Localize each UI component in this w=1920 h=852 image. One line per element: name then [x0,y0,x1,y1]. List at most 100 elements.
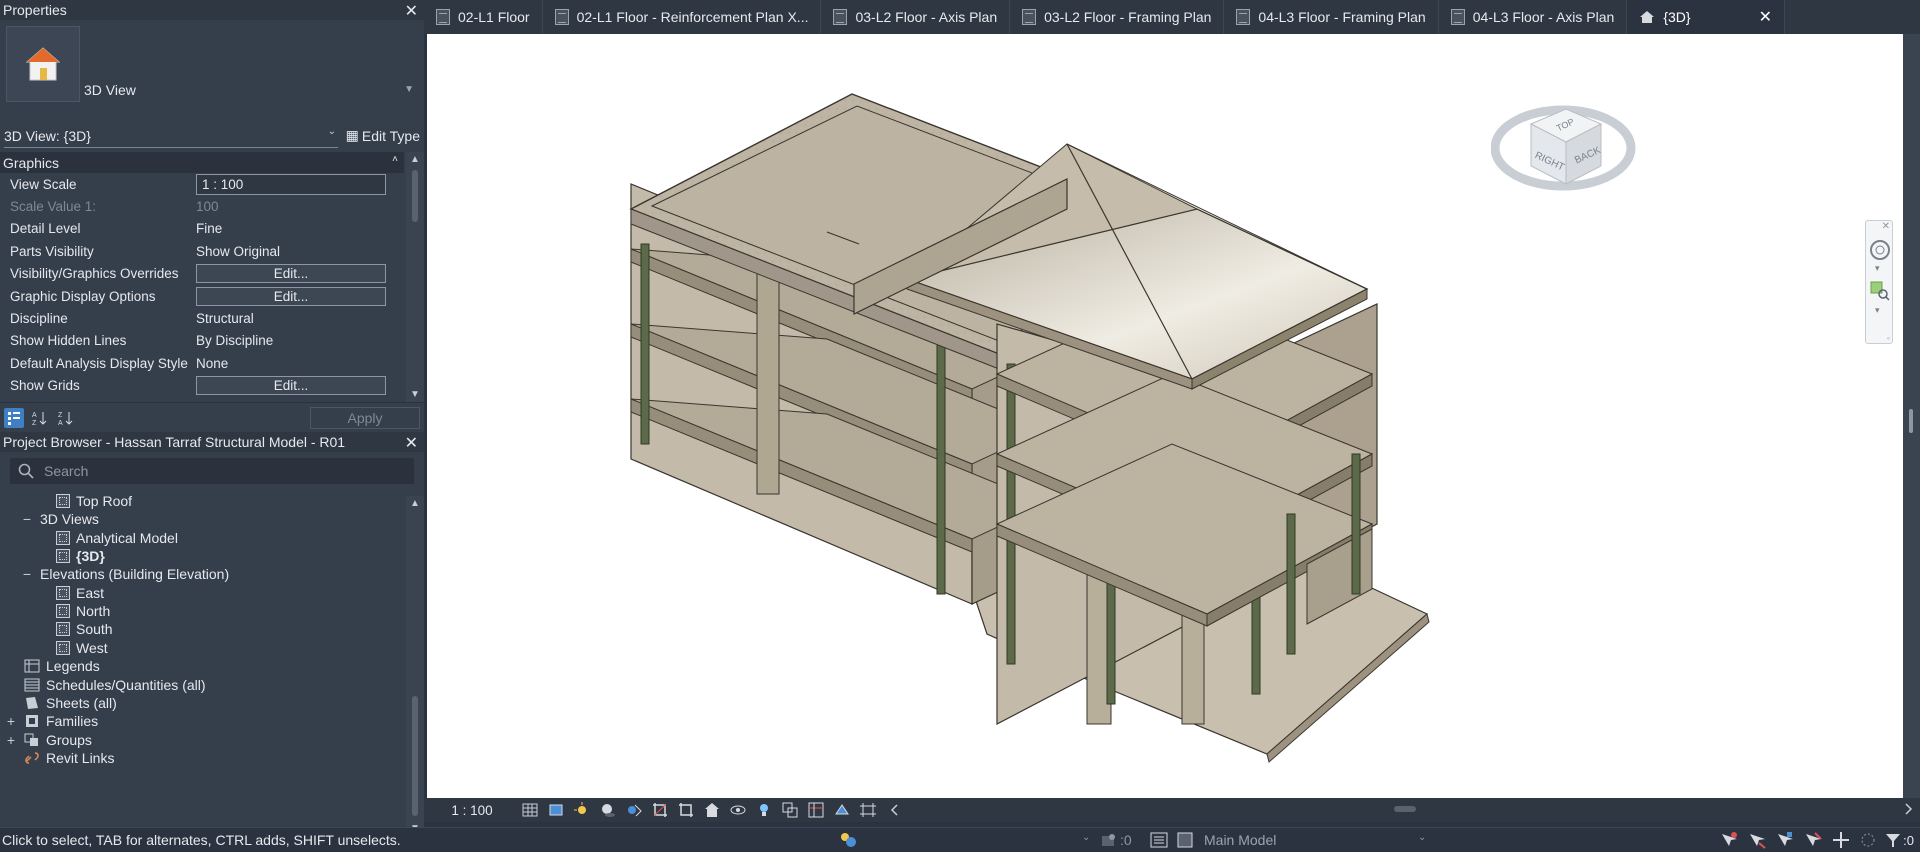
reveal-hidden-icon[interactable] [754,801,774,819]
chevron-down-icon[interactable]: ▼ [404,84,414,95]
chevron-down-icon[interactable]: ▾ [1875,263,1880,274]
filter-count-group[interactable]: :0 [1885,832,1914,848]
collapse-icon[interactable]: − [20,566,34,582]
worksharing-count-group[interactable]: :0 [1100,832,1132,848]
3d-view-canvas[interactable]: TOP RIGHT BACK ✕ ▾ ▾ ◦ [427,34,1903,798]
view-tab[interactable]: 02-L1 Floor [424,0,543,34]
scroll-thumb[interactable] [412,170,418,222]
edit-button[interactable]: Edit... [196,264,386,284]
property-value[interactable]: By Discipline [196,333,273,348]
analytical-model-icon[interactable] [832,801,852,819]
temporary-view-properties-icon[interactable] [806,801,826,819]
view-scale[interactable]: 1 : 100 [424,803,520,818]
categorize-icon[interactable] [4,407,24,428]
edit-button[interactable]: Edit... [196,376,386,396]
type-name: 3D View [84,82,136,98]
browser-scrollbar[interactable]: ▲ ▼ [406,496,424,836]
chevron-down-icon[interactable]: ⌄ [1082,832,1090,843]
highlight-displacement-icon[interactable] [858,801,878,819]
view-tab[interactable]: 03-L2 Floor - Framing Plan [1010,0,1225,34]
browser-item[interactable]: − Elevations (Building Elevation) [20,563,229,585]
view-cube[interactable]: TOP RIGHT BACK [1490,74,1641,217]
scroll-up-icon[interactable]: ▲ [410,154,420,165]
horizontal-scroll-thumb[interactable] [1394,806,1416,812]
sort-ascending-icon[interactable]: AZ [30,408,50,428]
browser-item-label: Schedules/Quantities (all) [46,676,206,693]
collapse-icon[interactable]: − [20,511,34,527]
close-icon[interactable]: ✕ [405,1,418,21]
property-value[interactable]: None [196,356,228,371]
chevron-left-icon[interactable] [884,801,904,819]
design-options-icon[interactable] [1150,832,1168,848]
select-by-face-icon[interactable] [1803,831,1823,849]
canvas-scrollbar[interactable] [1903,34,1920,798]
view-tab[interactable]: 04-L3 Floor - Axis Plan [1439,0,1628,34]
design-option-set-icon[interactable] [1176,832,1194,848]
close-icon[interactable]: ✕ [405,433,418,453]
view-icon [56,585,70,600]
active-model-dropdown[interactable]: Main Model [1204,832,1276,848]
view-instance-dropdown[interactable]: 3D View: {3D} ⌄ [4,124,338,148]
view-tab[interactable]: 04-L3 Floor - Framing Plan [1224,0,1439,34]
editing-requests-icon [1102,834,1115,846]
edit-button[interactable]: Edit... [196,286,386,306]
steering-wheel-icon[interactable] [1869,239,1891,261]
property-row: Visibility/Graphics Overrides Edit... [0,263,404,285]
worksharing-icon[interactable] [838,831,858,849]
sort-descending-icon[interactable]: ZA [56,408,76,428]
edit-type-button[interactable]: ▦ Edit Type [346,127,420,144]
temporary-hide-icon[interactable] [728,801,748,819]
close-icon[interactable]: ✕ [1882,221,1890,232]
crop-view-icon[interactable] [650,801,670,819]
select-underlay-icon[interactable] [1747,831,1767,849]
svg-text:A: A [58,420,63,426]
type-selector[interactable]: 3D View ▼ [0,20,424,120]
detail-level-icon[interactable] [520,801,540,819]
expand-icon[interactable]: + [4,713,18,729]
view-tab[interactable]: 02-L1 Floor - Reinforcement Plan X... [543,0,822,34]
property-value-cell: 1 : 100 [194,173,404,195]
property-row: Discipline Structural [0,307,404,329]
scroll-thumb[interactable] [412,696,418,816]
scroll-up-icon[interactable]: ▲ [410,498,420,509]
zoom-icon[interactable] [1870,281,1890,301]
drag-elements-icon[interactable] [1831,831,1851,849]
chevron-right-icon[interactable] [1904,802,1914,819]
render-icon[interactable] [624,801,644,819]
group-header[interactable]: Graphics ˄ [0,152,404,173]
scroll-down-icon[interactable]: ▼ [410,389,420,400]
expand-icon[interactable]: + [4,732,18,748]
select-links-icon[interactable] [1719,831,1739,849]
chevron-down-icon[interactable]: ▾ [1875,305,1880,316]
select-pinned-icon[interactable] [1775,831,1795,849]
property-value-cell: By Discipline [194,333,404,348]
floor-plan-icon [1022,9,1037,25]
view-tab[interactable]: 03-L2 Floor - Axis Plan [821,0,1011,34]
apply-button[interactable]: Apply [310,407,420,429]
browser-item[interactable]: Revit Links [4,747,114,769]
sun-path-icon[interactable] [572,801,592,819]
background-process-icon[interactable] [1859,831,1877,849]
view-scale-input[interactable]: 1 : 100 [196,173,386,195]
schedule-icon [24,678,40,692]
tab-label: 03-L2 Floor - Axis Plan [855,9,998,25]
collapse-icon[interactable]: ˄ [392,154,398,165]
property-value[interactable]: Fine [196,221,222,236]
search-input[interactable]: Search [44,463,88,479]
crop-region-icon[interactable] [676,801,696,819]
search-box[interactable]: Search [10,458,414,484]
chevron-down-icon[interactable]: ⌄ [1418,832,1426,843]
worksharing-display-icon[interactable] [780,801,800,819]
lock-3d-view-icon[interactable] [702,801,722,819]
shadows-icon[interactable] [598,801,618,819]
building-model[interactable] [427,34,1903,798]
close-icon[interactable]: ✕ [1759,7,1772,27]
scroll-thumb[interactable] [1909,409,1913,433]
properties-scrollbar[interactable]: ▲ ▼ [406,152,424,402]
property-value[interactable]: Structural [196,311,254,326]
property-value[interactable]: Show Original [196,244,280,259]
property-value-cell: Edit... [194,264,404,284]
view-tab[interactable]: {3D} ✕ [1627,0,1785,34]
resize-icon[interactable]: ◦ [1887,333,1890,343]
visual-style-icon[interactable] [546,801,566,819]
